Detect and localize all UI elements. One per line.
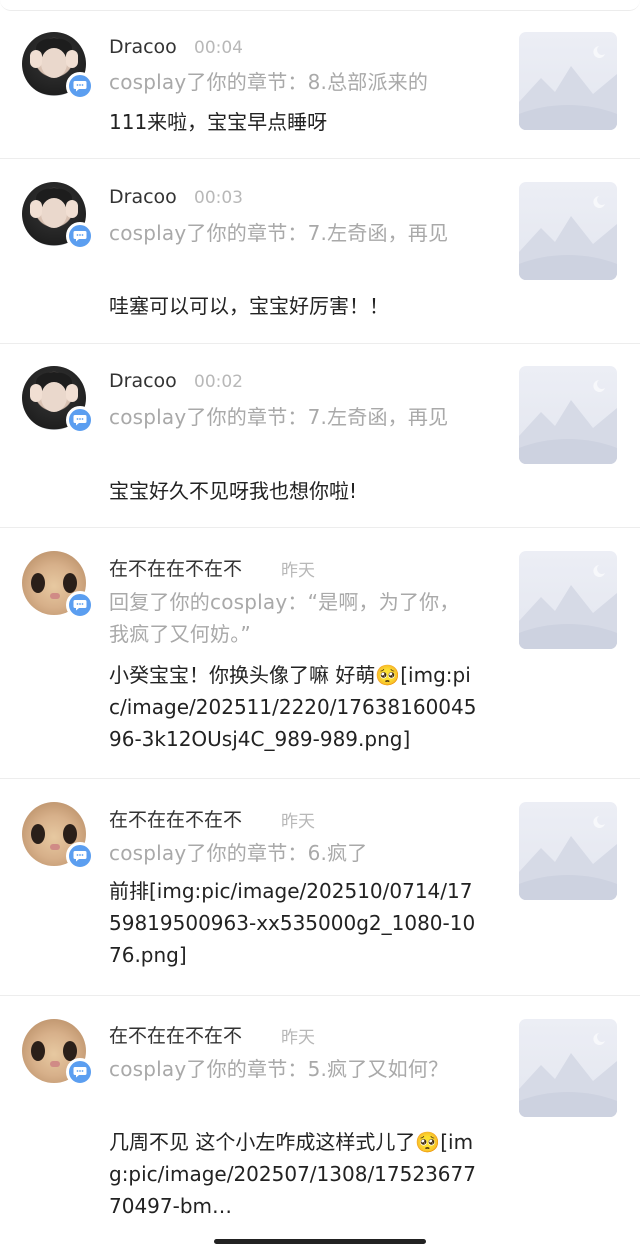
comment-content: 哇塞可以可以，宝宝好厉害！！ — [109, 294, 389, 318]
username[interactable]: Dracoo — [109, 186, 177, 208]
comment-content: 宝宝好久不见呀我也想你啦! — [109, 479, 358, 503]
chapter-thumbnail[interactable] — [519, 802, 617, 900]
chapter-thumbnail[interactable] — [519, 182, 617, 280]
comment-content: 前排[img:pic/image/202510/0714/17598195009… — [109, 879, 476, 967]
username[interactable]: Dracoo — [109, 36, 177, 58]
comment-content: 小癸宝宝！你换头像了嘛 好萌🥺[img:pic/image/202511/222… — [109, 663, 477, 751]
timestamp: 昨天 — [281, 561, 315, 581]
comment-bubble-icon — [66, 222, 94, 250]
mountain-placeholder-icon — [519, 1033, 617, 1117]
notification-meta: cosplay了你的章节：7.左奇函，再见 — [109, 221, 449, 245]
username[interactable]: Dracoo — [109, 370, 177, 392]
chapter-thumbnail[interactable] — [519, 32, 617, 130]
mountain-placeholder-icon — [519, 380, 617, 464]
timestamp: 00:03 — [194, 188, 243, 208]
timestamp: 昨天 — [281, 1028, 315, 1048]
notification-meta: cosplay了你的章节：5.疯了又如何？ — [109, 1057, 449, 1081]
divider — [0, 527, 640, 528]
username[interactable]: 在不在在不在不 — [109, 554, 242, 581]
divider — [0, 158, 640, 159]
mountain-placeholder-icon — [519, 565, 617, 649]
timestamp: 昨天 — [281, 812, 315, 832]
mountain-placeholder-icon — [519, 196, 617, 280]
username[interactable]: 在不在在不在不 — [109, 1021, 242, 1048]
home-indicator[interactable] — [214, 1239, 426, 1244]
comment-bubble-icon — [66, 72, 94, 100]
chapter-thumbnail[interactable] — [519, 1019, 617, 1117]
notification-meta: cosplay了你的章节：8.总部派来的 — [109, 70, 429, 94]
timestamp: 00:02 — [194, 372, 243, 392]
username[interactable]: 在不在在不在不 — [109, 805, 242, 832]
previous-card-edge — [0, 0, 640, 11]
timestamp: 00:04 — [194, 38, 243, 58]
mountain-placeholder-icon — [519, 816, 617, 900]
comment-bubble-icon — [66, 591, 94, 619]
notification-meta: cosplay了你的章节：6.疯了 — [109, 841, 368, 865]
comment-content: 111来啦，宝宝早点睡呀 — [109, 110, 328, 134]
divider — [0, 343, 640, 344]
chapter-thumbnail[interactable] — [519, 366, 617, 464]
comment-bubble-icon — [66, 406, 94, 434]
notification-meta: 回复了你的cosplay：“是啊，为了你，我疯了又何妨。” — [109, 590, 460, 646]
notification-meta: cosplay了你的章节：7.左奇函，再见 — [109, 405, 449, 429]
comment-content: 几周不见 这个小左咋成这样式儿了🥺[img:pic/image/202507/1… — [109, 1130, 476, 1218]
comment-bubble-icon — [66, 1058, 94, 1086]
mountain-placeholder-icon — [519, 46, 617, 130]
divider — [0, 778, 640, 779]
comment-bubble-icon — [66, 842, 94, 870]
divider — [0, 995, 640, 996]
chapter-thumbnail[interactable] — [519, 551, 617, 649]
